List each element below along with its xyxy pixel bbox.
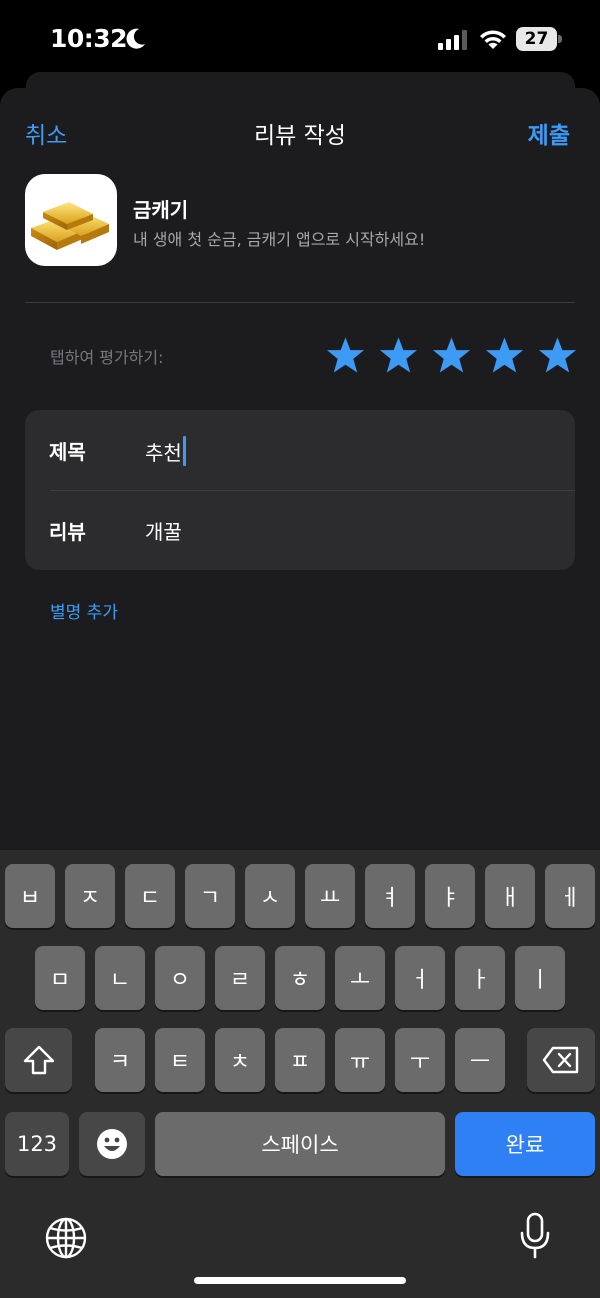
rating-label: 탭하여 평가하기: bbox=[50, 348, 164, 367]
star-icon-3[interactable] bbox=[432, 336, 471, 374]
title-input[interactable]: 추천 bbox=[145, 436, 186, 466]
key[interactable]: ㅇ bbox=[155, 946, 205, 1010]
review-input[interactable]: 개꿀 bbox=[145, 516, 182, 545]
cellular-signal-icon bbox=[438, 30, 467, 50]
title-input-value: 추천 bbox=[145, 441, 182, 465]
app-name: 금캐기 bbox=[133, 198, 189, 222]
cancel-button[interactable]: 취소 bbox=[25, 116, 67, 150]
status-time: 10:32 bbox=[50, 24, 128, 53]
keyboard: ㅂ ㅈ ㄷ ㄱ ㅅ ㅛ ㅕ ㅑ ㅐ ㅔ ㅁ ㄴ ㅇ ㄹ ㅎ ㅗ ㅓ ㅏ ㅣ ㅋ … bbox=[0, 850, 600, 1298]
key[interactable]: ㅕ bbox=[365, 864, 415, 928]
key[interactable]: ㅛ bbox=[305, 864, 355, 928]
key[interactable]: ㅎ bbox=[275, 946, 325, 1010]
key[interactable]: ㅏ bbox=[455, 946, 505, 1010]
review-form: 제목 추천 리뷰 개꿀 bbox=[25, 410, 575, 570]
key[interactable]: ㅠ bbox=[335, 1028, 385, 1092]
emoji-icon bbox=[97, 1129, 127, 1159]
review-label: 리뷰 bbox=[49, 520, 86, 544]
key[interactable]: ㅁ bbox=[35, 946, 85, 1010]
moon-icon bbox=[126, 28, 145, 49]
microphone-icon[interactable] bbox=[518, 1212, 552, 1260]
key[interactable]: ㅋ bbox=[95, 1028, 145, 1092]
battery-level: 27 bbox=[524, 29, 549, 49]
backspace-icon bbox=[542, 1046, 579, 1074]
key[interactable]: ㅔ bbox=[545, 864, 595, 928]
key[interactable]: ㅍ bbox=[275, 1028, 325, 1092]
done-key[interactable]: 완료 bbox=[455, 1112, 595, 1176]
key[interactable]: ㅂ bbox=[5, 864, 55, 928]
key[interactable]: ㅐ bbox=[485, 864, 535, 928]
star-icon-2[interactable] bbox=[379, 336, 418, 374]
title-field[interactable]: 제목 추천 bbox=[25, 410, 575, 490]
key[interactable]: ㄴ bbox=[95, 946, 145, 1010]
home-indicator[interactable] bbox=[194, 1277, 406, 1284]
star-rating[interactable] bbox=[326, 336, 577, 376]
emoji-key[interactable] bbox=[79, 1112, 145, 1176]
key[interactable]: ㅑ bbox=[425, 864, 475, 928]
numbers-key[interactable]: 123 bbox=[5, 1112, 69, 1176]
space-key[interactable]: 스페이스 bbox=[155, 1112, 445, 1176]
key[interactable]: ㅡ bbox=[455, 1028, 505, 1092]
page-title: 리뷰 작성 bbox=[254, 123, 346, 149]
key[interactable]: ㄹ bbox=[215, 946, 265, 1010]
wifi-icon bbox=[480, 30, 506, 49]
key[interactable]: ㅌ bbox=[155, 1028, 205, 1092]
divider bbox=[25, 302, 575, 303]
review-field[interactable]: 리뷰 개꿀 bbox=[25, 490, 575, 570]
title-label: 제목 bbox=[49, 440, 86, 464]
add-nickname-link[interactable]: 별명 추가 bbox=[50, 598, 118, 623]
app-subtitle: 내 생애 첫 순금, 금캐기 앱으로 시작하세요! bbox=[133, 230, 426, 249]
key[interactable]: ㅜ bbox=[395, 1028, 445, 1092]
key[interactable]: ㅈ bbox=[65, 864, 115, 928]
battery-icon: 27 bbox=[516, 27, 562, 51]
submit-button[interactable]: 제출 bbox=[528, 116, 570, 150]
shift-icon bbox=[23, 1045, 54, 1075]
status-bar: 10:32 27 bbox=[0, 0, 600, 80]
star-icon-1[interactable] bbox=[326, 336, 365, 374]
key[interactable]: ㅗ bbox=[335, 946, 385, 1010]
text-cursor bbox=[182, 436, 186, 466]
key[interactable]: ㅓ bbox=[395, 946, 445, 1010]
shift-key[interactable] bbox=[5, 1028, 72, 1092]
globe-icon[interactable] bbox=[44, 1216, 88, 1260]
backspace-key[interactable] bbox=[527, 1028, 595, 1092]
star-icon-5[interactable] bbox=[538, 336, 577, 374]
key[interactable]: ㅅ bbox=[245, 864, 295, 928]
key[interactable]: ㅊ bbox=[215, 1028, 265, 1092]
key[interactable]: ㅣ bbox=[515, 946, 565, 1010]
gold-bars-icon bbox=[25, 174, 117, 266]
key[interactable]: ㄱ bbox=[185, 864, 235, 928]
key[interactable]: ㄷ bbox=[125, 864, 175, 928]
star-icon-4[interactable] bbox=[485, 336, 524, 374]
